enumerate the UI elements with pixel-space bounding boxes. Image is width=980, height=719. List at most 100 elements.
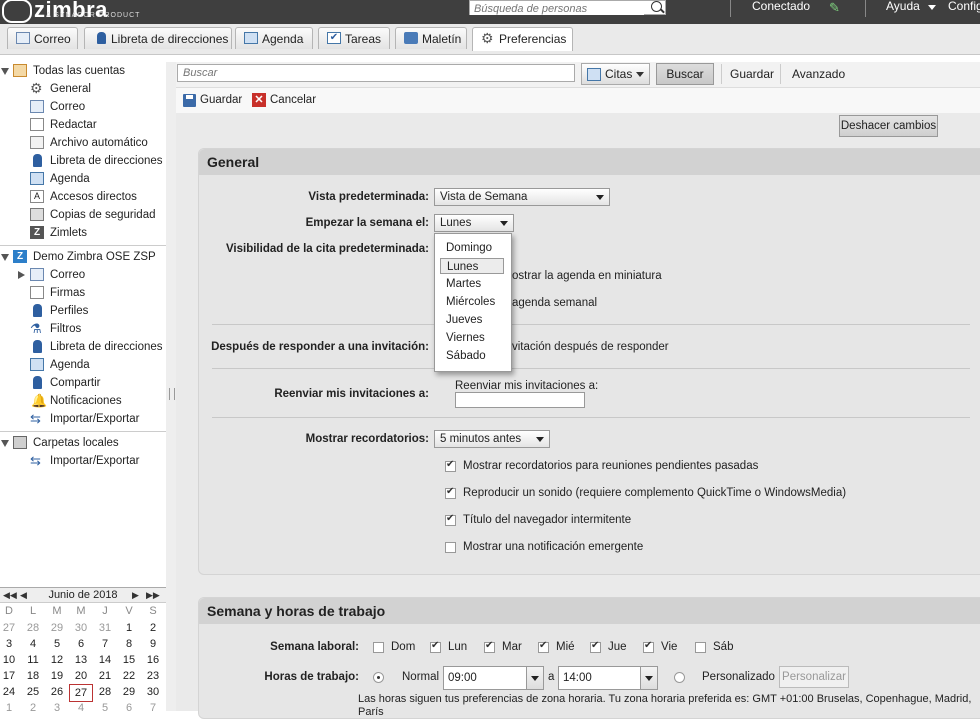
collapse-icon[interactable] [1,440,9,447]
default-view-select[interactable]: Vista de Semana [434,188,610,206]
minical-day[interactable]: 27 [0,620,21,636]
minical-day[interactable]: 3 [0,636,21,652]
minical-day[interactable]: 28 [93,684,117,700]
tab-mail[interactable]: Correo [7,27,78,49]
search-type-select[interactable]: Citas [581,63,650,85]
tab-contacts[interactable]: Libreta de direcciones [84,27,232,49]
cancel-button[interactable]: Cancelar [270,94,316,106]
dropdown-option[interactable]: Sábado [440,348,504,364]
minical-day[interactable]: 8 [117,636,141,652]
search-icon[interactable] [651,1,662,12]
minical-day[interactable]: 4 [69,700,93,716]
workday-checkbox[interactable] [695,642,706,653]
minical-day[interactable]: 6 [69,636,93,652]
save-button[interactable]: Guardar [200,94,242,106]
start-time-dropdown[interactable] [526,666,544,690]
end-time-dropdown[interactable] [640,666,658,690]
people-search[interactable] [469,0,666,15]
people-search-input[interactable] [470,3,644,15]
workday-checkbox[interactable] [484,640,495,653]
dropdown-option[interactable]: Domingo [440,240,504,256]
minical-day[interactable]: 4 [21,636,45,652]
workday-checkbox[interactable] [373,642,384,653]
sidebar-item-filters[interactable]: ⚗ Filtros [0,320,166,338]
tab-preferences[interactable]: ⚙ Preferencias [472,27,573,51]
minical-day[interactable]: 24 [0,684,21,700]
minical-day[interactable]: 15 [117,652,141,668]
dropdown-option-selected[interactable]: Lunes [440,258,504,274]
minical-day[interactable]: 23 [141,668,165,684]
minical-day[interactable]: 6 [117,700,141,716]
popup-notification-checkbox[interactable] [445,542,456,553]
minical-day[interactable]: 28 [21,620,45,636]
minical-day[interactable]: 20 [69,668,93,684]
sidebar-item-shortcuts[interactable]: A Accesos directos [0,188,166,206]
minical-day[interactable]: 7 [141,700,165,716]
next-year-icon[interactable]: ▶▶ [146,588,160,602]
sidebar-item-demo-contacts[interactable]: Libreta de direcciones [0,338,166,356]
minical-day[interactable]: 16 [141,652,165,668]
past-reminders-checkbox[interactable] [445,459,456,472]
sidebar-item-notifications[interactable]: 🔔 Notificaciones [0,392,166,410]
collapse-icon[interactable] [1,254,9,261]
tab-calendar[interactable]: Agenda [235,27,313,49]
minical-day[interactable]: 29 [117,684,141,700]
save-icon[interactable] [183,94,196,107]
sidebar-item-contacts[interactable]: Libreta de direcciones [0,152,166,170]
sidebar-item-sharing[interactable]: Compartir [0,374,166,392]
minical-day[interactable]: 21 [93,668,117,684]
sidebar-item-zimlets[interactable]: Z Zimlets [0,224,166,242]
minical-day[interactable]: 22 [117,668,141,684]
end-time-input[interactable]: 14:00 [558,666,642,690]
tab-briefcase[interactable]: Maletín [395,27,467,49]
minical-day[interactable]: 30 [69,620,93,636]
workday-checkbox[interactable] [590,640,601,653]
minical-day[interactable]: 5 [93,700,117,716]
start-time-input[interactable]: 09:00 [443,666,527,690]
panel-splitter[interactable] [166,62,176,711]
sidebar-item-signatures[interactable]: Firmas [0,284,166,302]
minical-month-label[interactable]: Junio de 2018 [48,589,117,601]
week-start-select[interactable]: Lunes [434,214,514,232]
config-menu[interactable]: Config [948,0,980,13]
sidebar-item-compose[interactable]: Redactar [0,116,166,134]
sidebar-item-local-import-export[interactable]: ⇆ Importar/Exportar [0,452,166,470]
minical-day[interactable]: 1 [117,620,141,636]
tree-all-accounts[interactable]: Todas las cuentas [0,62,166,80]
collapse-icon[interactable] [1,68,9,75]
chevron-down-icon[interactable] [928,5,936,10]
minical-day[interactable]: 9 [141,636,165,652]
reminders-select[interactable]: 5 minutos antes [434,430,550,448]
search-input[interactable] [177,64,575,82]
minical-day[interactable]: 13 [69,652,93,668]
sidebar-item-backups[interactable]: Copias de seguridad [0,206,166,224]
minical-day[interactable]: 30 [141,684,165,700]
minical-day[interactable]: 2 [141,620,165,636]
forward-invites-input[interactable] [455,392,585,408]
minical-day[interactable]: 11 [21,652,45,668]
sound-checkbox[interactable] [445,486,456,499]
tab-tasks[interactable]: ✔ Tareas [318,27,390,49]
prev-year-icon[interactable]: ◀◀ [3,588,17,602]
sidebar-item-import-export[interactable]: ⇆ Importar/Exportar [0,410,166,428]
next-month-icon[interactable]: ▶ [132,588,139,602]
zimlet-wand-icon[interactable]: ✎ [829,0,840,16]
expand-icon[interactable] [18,271,25,279]
dropdown-option[interactable]: Viernes [440,330,504,346]
workday-checkbox[interactable] [643,640,654,653]
dropdown-option[interactable]: Jueves [440,312,504,328]
close-icon[interactable]: ✕ [252,93,266,107]
splitter-grip-icon[interactable] [169,388,175,400]
minical-day[interactable]: 25 [21,684,45,700]
prev-month-icon[interactable]: ◀ [20,588,27,602]
sidebar-item-demo-calendar[interactable]: Agenda [0,356,166,374]
minical-day[interactable]: 1 [0,700,21,716]
sidebar-item-auto-archive[interactable]: Archivo automático [0,134,166,152]
minical-day[interactable]: 2 [21,700,45,716]
advanced-search-button[interactable]: Avanzado [792,67,845,81]
minical-day[interactable]: 14 [93,652,117,668]
tree-local-folders[interactable]: Carpetas locales [0,434,166,452]
sidebar-item-demo-mail[interactable]: Correo [0,266,166,284]
minical-day[interactable]: 31 [93,620,117,636]
save-search-button[interactable]: Guardar [730,67,774,81]
